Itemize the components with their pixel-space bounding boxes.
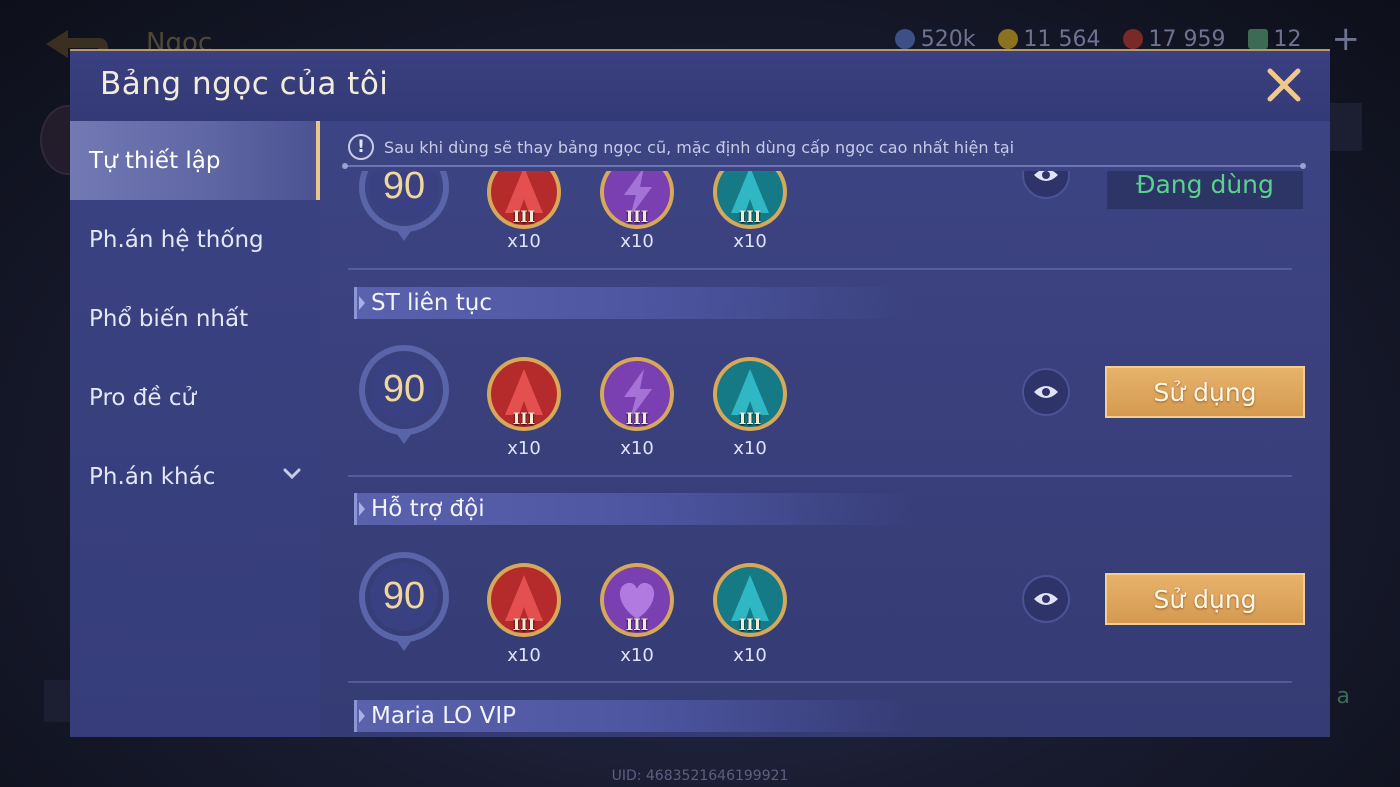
preview-button[interactable]: [1022, 171, 1070, 199]
rune-gem-purple[interactable]: III: [598, 561, 676, 639]
rune-gem-teal[interactable]: III: [711, 171, 789, 231]
modal-header: Bảng ngọc của tôi: [70, 51, 1330, 121]
rune-page-scroll-list[interactable]: 90 III x10 III x10 III x10 Đang dùng ST …: [320, 171, 1330, 737]
sidebar-item-pro[interactable]: Pro đề cử: [70, 358, 320, 437]
preview-button[interactable]: [1022, 575, 1070, 623]
preview-button[interactable]: [1022, 368, 1070, 416]
row-divider: [348, 475, 1292, 477]
use-button[interactable]: Sử dụng: [1105, 573, 1305, 625]
rune-gem-teal[interactable]: III: [711, 561, 789, 639]
modal-title: Bảng ngọc của tôi: [100, 66, 389, 102]
add-resource-icon[interactable]: +: [1332, 22, 1361, 56]
rune-gem-red[interactable]: III: [485, 561, 563, 639]
rune-gem-purple[interactable]: III: [598, 171, 676, 231]
gem-tier: III: [738, 615, 762, 634]
gem-tier: III: [512, 409, 536, 428]
eye-icon: [1034, 171, 1058, 181]
uid-label: UID: 4683521646199921: [611, 768, 789, 784]
chevron-down-icon: [283, 468, 301, 480]
gem-count: x10: [507, 645, 541, 666]
notice-bar: ! Sau khi dùng sẽ thay bảng ngọc cũ, mặc…: [342, 129, 1306, 169]
sidebar-item-label: Tự thiết lập: [89, 147, 221, 174]
gem-count: x10: [733, 438, 767, 459]
resource-value: 17 959: [1148, 26, 1226, 52]
gem-count: x10: [620, 231, 654, 252]
resource-card: 12: [1247, 26, 1302, 52]
use-button[interactable]: Sử dụng: [1105, 366, 1305, 418]
resource-value: 520k: [920, 26, 976, 52]
gold-coin-icon: [997, 29, 1018, 49]
gem-tier: III: [738, 207, 762, 226]
gem-count: x10: [733, 231, 767, 252]
rune-page-title: Hỗ trợ đội: [354, 493, 914, 525]
row-divider: [348, 681, 1292, 683]
level-badge: 90: [356, 551, 452, 655]
rune-gem-purple[interactable]: III: [598, 355, 676, 433]
rune-gem-red[interactable]: III: [485, 355, 563, 433]
rune-page-title: ST liên tục: [354, 287, 914, 319]
gem-tier: III: [512, 207, 536, 226]
level-badge: 90: [356, 171, 452, 245]
eye-icon: [1034, 386, 1058, 398]
resource-ruby: 17 959: [1122, 26, 1226, 52]
gem-tier: III: [625, 615, 649, 634]
rune-page-modal: Bảng ngọc của tôi Tự thiết lập Ph.án hệ …: [70, 49, 1330, 737]
level-value: 90: [382, 368, 426, 410]
notice-text: Sau khi dùng sẽ thay bảng ngọc cũ, mặc đ…: [384, 137, 1015, 157]
sidebar-item-label: Pro đề cử: [89, 384, 197, 411]
resource-gold: 11 564: [997, 26, 1101, 52]
gem-tier: III: [625, 207, 649, 226]
sidebar-item-popular[interactable]: Phổ biến nhất: [70, 279, 320, 358]
sidebar-item-other[interactable]: Ph.án khác: [70, 437, 320, 516]
gem-tier: III: [625, 409, 649, 428]
sidebar: Tự thiết lập Ph.án hệ thống Phổ biến nhấ…: [70, 121, 320, 737]
gem-tier: III: [512, 615, 536, 634]
gem-count: x10: [507, 231, 541, 252]
rune-gem-red[interactable]: III: [485, 171, 563, 231]
background-panel-edge: [1330, 103, 1362, 151]
level-badge: 90: [356, 344, 452, 448]
in-use-status: Đang dùng: [1107, 171, 1303, 209]
rune-page-title: Maria LO VIP: [354, 700, 914, 732]
gem-count: x10: [620, 645, 654, 666]
gem-count: x10: [620, 438, 654, 459]
close-icon[interactable]: [1264, 65, 1304, 105]
gem-tier: III: [738, 409, 762, 428]
background-panel-edge: [44, 680, 70, 722]
rune-gem-teal[interactable]: III: [711, 355, 789, 433]
sidebar-item-label: Phổ biến nhất: [89, 305, 249, 332]
sidebar-item-system[interactable]: Ph.án hệ thống: [70, 200, 320, 279]
level-value: 90: [382, 575, 426, 617]
level-value: 90: [382, 171, 426, 207]
crystal-icon: [894, 29, 915, 49]
sidebar-item-label: Ph.án khác: [89, 463, 216, 490]
resource-value: 12: [1273, 26, 1302, 52]
gem-count: x10: [733, 645, 767, 666]
resource-crystal: 520k: [894, 26, 976, 52]
resource-value: 11 564: [1023, 26, 1101, 52]
card-icon: [1247, 29, 1268, 49]
eye-icon: [1034, 593, 1058, 605]
gem-count: x10: [507, 438, 541, 459]
background-partial-text: a: [1336, 684, 1350, 709]
rune-page-list-panel: ! Sau khi dùng sẽ thay bảng ngọc cũ, mặc…: [320, 121, 1330, 737]
sidebar-item-custom[interactable]: Tự thiết lập: [70, 121, 320, 200]
ruby-icon: [1122, 29, 1143, 49]
row-divider: [348, 268, 1292, 270]
exclamation-icon: !: [348, 134, 374, 160]
sidebar-item-label: Ph.án hệ thống: [89, 226, 264, 253]
divider-dot: [342, 163, 348, 169]
divider-dot: [1300, 163, 1306, 169]
